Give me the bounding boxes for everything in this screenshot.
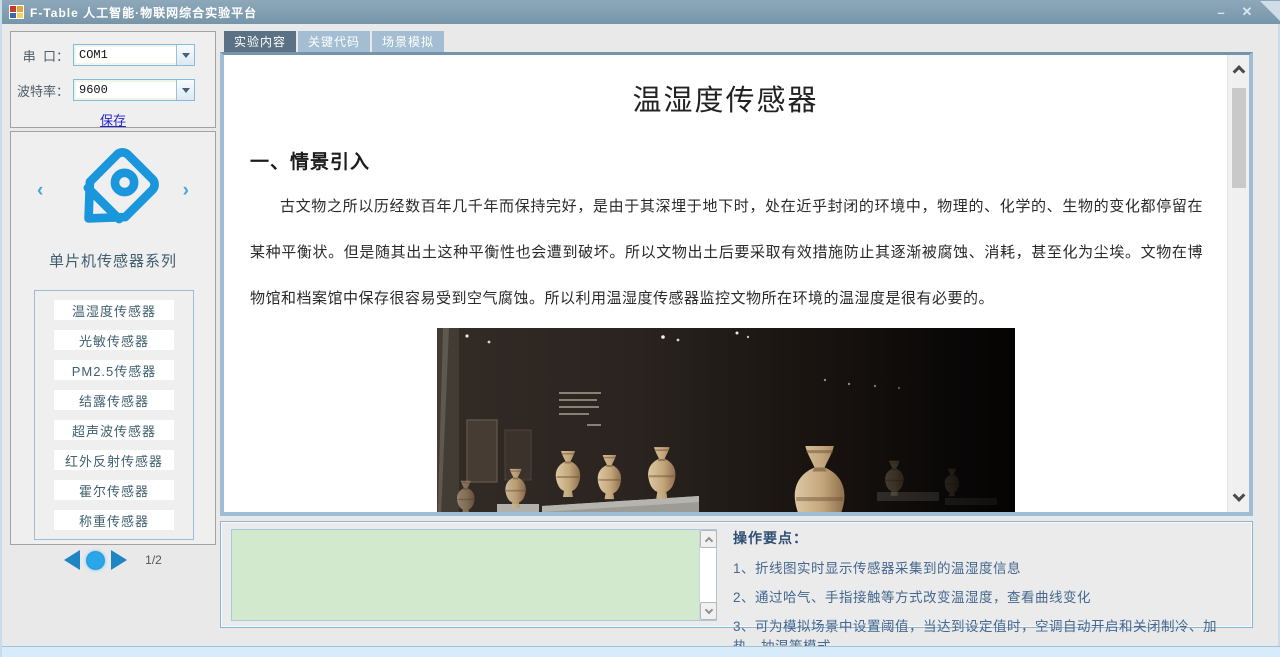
sensor-button-photosensitive[interactable]: 光敏传感器 <box>54 330 174 350</box>
series-title: 单片机传感器系列 <box>11 250 215 271</box>
dropdown-arrow-icon <box>182 88 190 93</box>
baud-rate-value: 9600 <box>74 80 176 100</box>
content-panel: 温湿度传感器 一、情景引入 古文物之所以历经数百年几千年而保持完好，是由于其深埋… <box>220 52 1253 516</box>
window-bottom-edge <box>2 646 1280 657</box>
minimize-button[interactable]: – <box>1208 0 1234 24</box>
serial-port-dropdown-button[interactable] <box>176 45 194 65</box>
fold-corner-decoration <box>1260 1 1280 23</box>
baud-rate-dropdown-button[interactable] <box>176 80 194 100</box>
museum-artifacts-image <box>437 328 1015 512</box>
scrollbar-thumb[interactable] <box>1232 88 1246 188</box>
tab-experiment-content[interactable]: 实验内容 <box>224 31 296 52</box>
sensor-button-ultrasonic[interactable]: 超声波传感器 <box>54 420 174 440</box>
carousel-next-button[interactable]: › <box>183 180 189 202</box>
tag-icon <box>65 146 161 242</box>
serial-port-combobox[interactable]: COM1 <box>73 44 195 66</box>
scroll-down-icon[interactable] <box>1232 489 1245 502</box>
sensor-button-weighing[interactable]: 称重传感器 <box>54 510 174 530</box>
notes-scroll-up-button[interactable] <box>700 530 717 548</box>
article-paragraph: 古文物之所以历经数百年几千年而保持完好，是由于其深埋于地下时，处在近乎封闭的环境… <box>250 184 1203 322</box>
sensor-series-panel: ‹ › 单片机传感器系列 温湿度传感器 光敏传感器 PM2.5传感器 结露传感器… <box>10 131 216 545</box>
baud-rate-combobox[interactable]: 9600 <box>73 79 195 101</box>
sensor-button-hall[interactable]: 霍尔传感器 <box>54 480 174 500</box>
tabbar: 实验内容 关键代码 场景模拟 <box>224 31 444 52</box>
app-window: F-Table 人工智能·物联网综合实验平台 – ✕ 串 口： COM1 波特率… <box>0 0 1280 657</box>
content-scrollbar[interactable] <box>1227 55 1249 512</box>
pager-dot[interactable] <box>86 551 105 570</box>
section-heading: 一、情景引入 <box>250 147 1227 174</box>
serial-port-value: COM1 <box>74 45 176 65</box>
close-button[interactable]: ✕ <box>1234 0 1260 24</box>
point-item: 1、折线图实时显示传感器采集到的温湿度信息 <box>733 557 1242 577</box>
point-item: 2、通过哈气、手指接触等方式改变温湿度，查看曲线变化 <box>733 586 1242 606</box>
article-area: 温湿度传感器 一、情景引入 古文物之所以历经数百年几千年而保持完好，是由于其深埋… <box>224 55 1227 512</box>
sensor-list: 温湿度传感器 光敏传感器 PM2.5传感器 结露传感器 超声波传感器 红外反射传… <box>34 290 194 540</box>
app-icon <box>9 5 24 19</box>
dropdown-arrow-icon <box>182 53 190 58</box>
notes-scrollbar[interactable] <box>699 530 716 620</box>
sensor-pager: 1/2 <box>10 548 216 572</box>
sensor-button-infrared[interactable]: 红外反射传感器 <box>54 450 174 470</box>
tab-scene-simulation[interactable]: 场景模拟 <box>372 31 444 52</box>
sensor-button-pm25[interactable]: PM2.5传感器 <box>54 360 174 380</box>
serial-settings-panel: 串 口： COM1 波特率： 9600 保存 <box>10 31 216 128</box>
sensor-button-temperature-humidity[interactable]: 温湿度传感器 <box>54 300 174 320</box>
pager-next-button[interactable] <box>111 550 127 570</box>
notes-textarea[interactable] <box>232 530 699 620</box>
notes-box <box>231 529 717 621</box>
titlebar: F-Table 人工智能·物联网综合实验平台 – ✕ <box>2 0 1280 24</box>
window-title: F-Table 人工智能·物联网综合实验平台 <box>30 4 257 21</box>
serial-port-label: 串 口： <box>11 46 73 65</box>
sensor-button-condensation[interactable]: 结露传感器 <box>54 390 174 410</box>
points-title: 操作要点： <box>733 528 1242 548</box>
baud-rate-label: 波特率： <box>11 81 73 100</box>
operation-points: 操作要点： 1、折线图实时显示传感器采集到的温湿度信息 2、通过哈气、手指接触等… <box>733 528 1242 655</box>
page-indicator: 1/2 <box>145 553 162 567</box>
save-link[interactable]: 保存 <box>11 110 215 129</box>
bottom-panel: 操作要点： 1、折线图实时显示传感器采集到的温湿度信息 2、通过哈气、手指接触等… <box>220 521 1253 628</box>
scroll-up-icon[interactable] <box>1232 65 1245 78</box>
pager-prev-button[interactable] <box>64 550 80 570</box>
tab-key-code[interactable]: 关键代码 <box>298 31 370 52</box>
carousel-prev-button[interactable]: ‹ <box>37 180 43 202</box>
article-title: 温湿度传感器 <box>224 77 1227 119</box>
notes-scroll-down-button[interactable] <box>700 602 717 620</box>
